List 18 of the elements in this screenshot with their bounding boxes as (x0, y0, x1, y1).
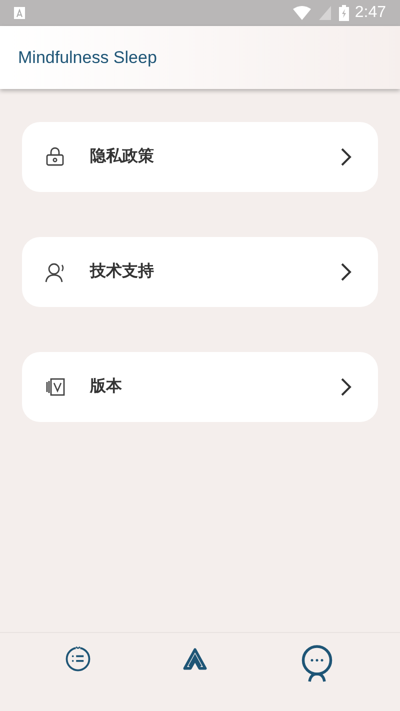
menu-item[interactable]: 隐私政策 (22, 122, 378, 192)
chevron-right-icon (340, 147, 352, 167)
clock: 2:47 (354, 3, 386, 23)
notification-icon (14, 7, 25, 19)
chevron-right-icon (340, 377, 352, 397)
menu-label: 技术支持 (90, 262, 155, 282)
menu-label: 隐私政策 (90, 146, 155, 167)
wifi-icon (292, 6, 311, 20)
version-icon (44, 376, 66, 398)
menu-item[interactable]: 版本 (22, 352, 378, 422)
person-icon (44, 261, 66, 283)
no-sim-icon (318, 6, 331, 20)
chevron-right-icon (340, 262, 352, 282)
app-title: Mindfulness Sleep (18, 46, 157, 69)
menu-label: 版本 (90, 376, 123, 397)
lock-icon (44, 146, 66, 168)
menu-item[interactable]: 技术支持 (22, 237, 378, 307)
battery-charging-icon (338, 5, 349, 21)
